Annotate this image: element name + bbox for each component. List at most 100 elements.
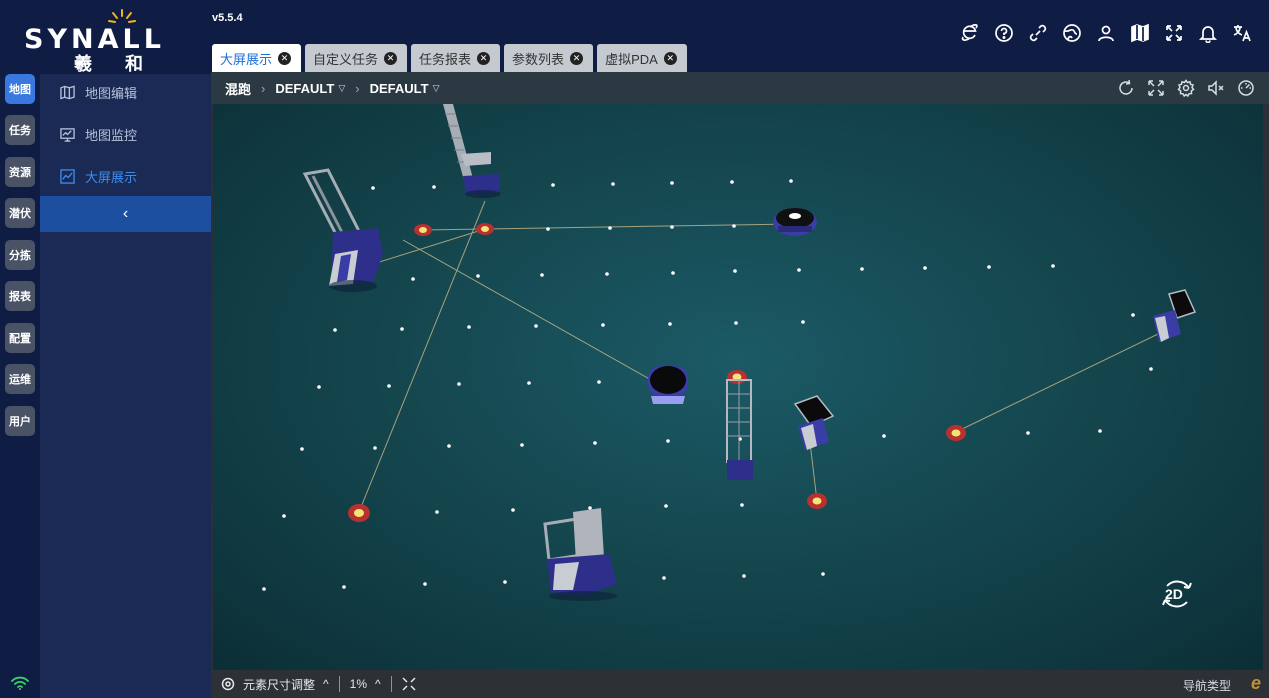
tab-label: 自定义任务 xyxy=(313,51,379,67)
close-icon[interactable]: ✕ xyxy=(278,51,292,65)
submenu-item-big-screen[interactable]: 大屏展示 xyxy=(40,158,211,194)
chevron-down-icon: ▽ xyxy=(432,82,440,93)
forklift-robot-2[interactable] xyxy=(443,104,501,198)
module-rail: 地图 任务 资源 潜伏 分拣 报表 配置 运维 用户 xyxy=(0,74,40,698)
chevron-right-icon: › xyxy=(355,80,360,96)
breadcrumb-root[interactable]: 混跑 xyxy=(225,79,251,98)
rail-item-config[interactable]: 配置 xyxy=(5,323,35,353)
rail-item-latent[interactable]: 潜伏 xyxy=(5,198,35,228)
chart-line-icon xyxy=(60,168,75,184)
chevron-down-icon: ▽ xyxy=(338,82,346,93)
settings-icon[interactable] xyxy=(1177,79,1195,97)
user-icon[interactable] xyxy=(1095,22,1117,44)
top-toolbar xyxy=(959,22,1253,44)
bottom-toolbar: 元素尺寸调整 ^ 1% ^ 导航类型 e xyxy=(211,670,1269,698)
view-toolbar xyxy=(1117,79,1255,97)
map-icon[interactable] xyxy=(1129,22,1151,44)
breadcrumb-dropdown-1[interactable]: DEFAULT ▽ xyxy=(275,81,345,96)
latent-robot-1[interactable] xyxy=(773,208,817,236)
wifi-icon xyxy=(11,676,29,690)
view-mode-label: 2D xyxy=(1165,586,1183,602)
map-canvas[interactable] xyxy=(213,104,1263,670)
mute-icon[interactable] xyxy=(1207,79,1225,97)
station-marker xyxy=(476,223,494,235)
size-adjust-label[interactable]: 元素尺寸调整 xyxy=(243,676,315,693)
warehouse-3d-scene[interactable]: 2D xyxy=(213,104,1263,670)
chevron-right-icon: › xyxy=(261,80,266,96)
latent-robot-2[interactable] xyxy=(648,366,688,404)
settings-icon[interactable] xyxy=(221,677,235,691)
sorting-robot-1[interactable] xyxy=(793,395,835,450)
breadcrumb-dropdown-2[interactable]: DEFAULT ▽ xyxy=(370,81,440,96)
close-icon[interactable]: ✕ xyxy=(663,51,677,65)
app-window: SYNALL 羲 和 v5.5.4 大屏展示 ✕ 自定义任务 ✕ 任务报表 ✕ … xyxy=(0,0,1269,698)
view-mode-2d-button[interactable]: 2D xyxy=(1159,576,1195,612)
submenu-label: 地图监控 xyxy=(85,127,138,143)
breadcrumb: 混跑 › DEFAULT ▽ › DEFAULT ▽ xyxy=(211,72,1269,104)
tab-custom-task[interactable]: 自定义任务 ✕ xyxy=(305,44,408,72)
tab-strip: 大屏展示 ✕ 自定义任务 ✕ 任务报表 ✕ 参数列表 ✕ 虚拟PDA ✕ xyxy=(212,44,687,72)
rail-item-report[interactable]: 报表 xyxy=(5,281,35,311)
sorting-robot-2[interactable] xyxy=(1153,289,1197,342)
version-label: v5.5.4 xyxy=(212,12,243,24)
map-edit-icon xyxy=(60,85,75,100)
main-panel: 混跑 › DEFAULT ▽ › DEFAULT ▽ 2D 元素尺寸调整 ^ 1… xyxy=(211,72,1269,698)
fit-screen-icon[interactable] xyxy=(1147,79,1165,97)
station-marker xyxy=(414,224,432,236)
submenu-item-map-monitor[interactable]: 地图监控 xyxy=(40,116,211,152)
top-bar: SYNALL 羲 和 v5.5.4 大屏展示 ✕ 自定义任务 ✕ 任务报表 ✕ … xyxy=(0,0,1269,74)
watermark-logo: e xyxy=(1250,673,1261,693)
tab-label: 参数列表 xyxy=(512,51,565,67)
link-icon[interactable] xyxy=(1027,22,1049,44)
tab-label: 任务报表 xyxy=(419,51,472,67)
rail-item-user[interactable]: 用户 xyxy=(5,406,35,436)
rack-robot[interactable] xyxy=(726,379,753,480)
dropdown-value: DEFAULT xyxy=(369,80,429,96)
globe-icon[interactable] xyxy=(1061,22,1083,44)
fullscreen-icon[interactable] xyxy=(402,677,416,691)
rail-item-resource[interactable]: 资源 xyxy=(5,157,35,187)
tab-task-report[interactable]: 任务报表 ✕ xyxy=(411,44,501,72)
grid-nodes xyxy=(262,179,1153,591)
close-icon[interactable]: ✕ xyxy=(477,51,491,65)
chevron-up-icon[interactable]: ^ xyxy=(375,677,381,691)
tab-label: 虚拟PDA xyxy=(605,51,658,67)
gauge-icon[interactable] xyxy=(1237,79,1255,97)
rail-item-task[interactable]: 任务 xyxy=(5,115,35,145)
sub-menu: 地图编辑 地图监控 大屏展示 ‹ xyxy=(40,74,211,698)
tab-parameter-list[interactable]: 参数列表 ✕ xyxy=(504,44,594,72)
translate-icon[interactable] xyxy=(1231,22,1253,44)
close-icon[interactable]: ✕ xyxy=(384,51,398,65)
rail-item-map[interactable]: 地图 xyxy=(5,74,35,104)
rail-item-ops[interactable]: 运维 xyxy=(5,364,35,394)
station-marker xyxy=(946,425,966,441)
collapse-sidebar-button[interactable]: ‹ xyxy=(40,196,211,232)
station-marker xyxy=(348,504,370,522)
nav-type-label[interactable]: 导航类型 xyxy=(1183,677,1231,694)
ie-browser-icon[interactable] xyxy=(959,22,981,44)
tab-virtual-pda[interactable]: 虚拟PDA ✕ xyxy=(597,44,687,72)
forklift-robot-3[interactable] xyxy=(543,508,617,601)
route-lines xyxy=(358,200,1159,513)
divider xyxy=(390,676,392,692)
brand-chinese: 羲 和 xyxy=(74,54,158,74)
divider xyxy=(338,676,340,692)
brand-logo: SYNALL 羲 和 xyxy=(22,8,190,74)
refresh-icon[interactable] xyxy=(1117,79,1135,97)
submenu-label: 地图编辑 xyxy=(85,85,138,101)
chevron-up-icon[interactable]: ^ xyxy=(323,677,329,691)
rail-item-sorting[interactable]: 分拣 xyxy=(5,240,35,270)
bell-icon[interactable] xyxy=(1197,22,1219,44)
submenu-item-map-edit[interactable]: 地图编辑 xyxy=(40,74,211,110)
station-marker xyxy=(807,493,827,509)
submenu-label: 大屏展示 xyxy=(85,169,138,185)
tab-label: 大屏展示 xyxy=(220,51,273,67)
help-icon[interactable] xyxy=(993,22,1015,44)
zoom-value[interactable]: 1% xyxy=(350,677,367,691)
close-icon[interactable]: ✕ xyxy=(570,51,584,65)
dropdown-value: DEFAULT xyxy=(275,80,335,96)
tab-big-screen[interactable]: 大屏展示 ✕ xyxy=(212,44,302,72)
fullscreen-icon[interactable] xyxy=(1163,22,1185,44)
monitor-icon xyxy=(60,127,75,142)
station-marker xyxy=(727,370,747,384)
